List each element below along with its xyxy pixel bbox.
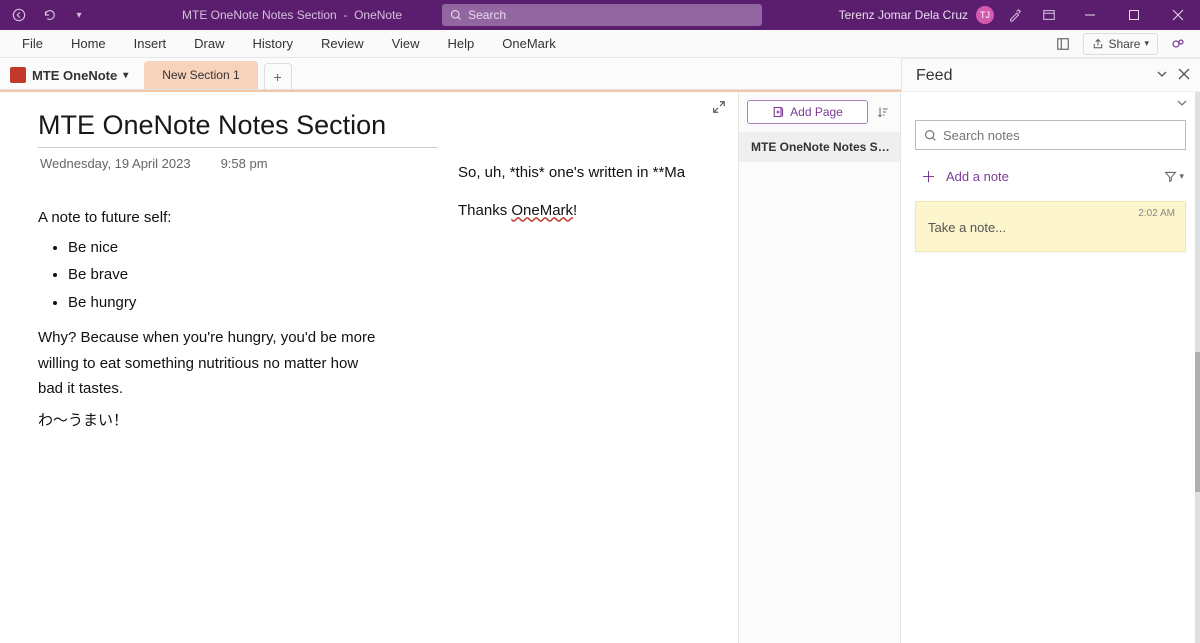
sort-pages-icon[interactable] xyxy=(874,106,892,118)
feed-panel: Feed ＋ Add a note ▾ 2:02 AM Take a xyxy=(900,92,1200,643)
share-button[interactable]: Share ▾ xyxy=(1083,33,1158,55)
floating-note[interactable]: So, uh, *this* one's written in **Ma Tha… xyxy=(458,160,693,223)
page-title[interactable]: MTE OneNote Notes Section xyxy=(38,106,438,148)
add-section-button[interactable]: + xyxy=(264,63,292,89)
bullet-item[interactable]: Be hungry xyxy=(68,290,714,316)
add-note-button[interactable]: ＋ Add a note xyxy=(921,166,1009,187)
float-line-1[interactable]: So, uh, *this* one's written in **Ma xyxy=(458,160,693,186)
share-icon xyxy=(1092,38,1104,50)
tab-home[interactable]: Home xyxy=(57,31,120,56)
tab-review[interactable]: Review xyxy=(307,31,378,56)
page-time: 9:58 pm xyxy=(221,156,268,171)
search-icon xyxy=(924,129,937,142)
close-feed-icon[interactable] xyxy=(1178,67,1190,85)
pen-icon[interactable] xyxy=(1002,2,1028,28)
close-button[interactable] xyxy=(1156,0,1200,30)
feed-title: Feed xyxy=(916,67,952,85)
filter-icon xyxy=(1164,170,1177,183)
note-text[interactable]: Take a note... xyxy=(928,220,1173,235)
minimize-button[interactable] xyxy=(1068,0,1112,30)
user-name[interactable]: Terenz Jomar Dela Cruz xyxy=(839,8,968,22)
maximize-button[interactable] xyxy=(1112,0,1156,30)
ribbon: File Home Insert Draw History Review Vie… xyxy=(0,30,1200,58)
page-list-panel: Add Page MTE OneNote Notes Sect... xyxy=(738,92,900,643)
feed-scrollbar[interactable] xyxy=(1195,92,1200,643)
note-content[interactable]: A note to future self: Be nice Be brave … xyxy=(38,205,714,433)
page-date: Wednesday, 19 April 2023 xyxy=(40,156,191,171)
copilot-icon[interactable] xyxy=(1164,36,1192,52)
search-icon xyxy=(450,9,462,21)
bullet-item[interactable]: Be nice xyxy=(68,235,714,261)
tab-insert[interactable]: Insert xyxy=(120,31,181,56)
notebook-dropdown[interactable]: MTE OneNote ▾ xyxy=(0,61,138,89)
section-tab[interactable]: New Section 1 xyxy=(144,61,257,89)
fullpage-icon[interactable] xyxy=(1049,37,1077,51)
tab-help[interactable]: Help xyxy=(434,31,489,56)
add-page-button[interactable]: Add Page xyxy=(747,100,868,124)
feed-header: Feed xyxy=(901,58,1200,92)
qat-customize-icon[interactable]: ▾ xyxy=(66,2,92,28)
note-timestamp: 2:02 AM xyxy=(1138,208,1175,219)
float-line-2[interactable]: Thanks OneMark! xyxy=(458,198,693,224)
tab-draw[interactable]: Draw xyxy=(180,31,238,56)
feed-scope-dropdown[interactable] xyxy=(901,92,1200,114)
japanese-line[interactable]: わ〜うまい！ xyxy=(38,408,714,434)
tab-onemark[interactable]: OneMark xyxy=(488,31,569,56)
feed-filter-button[interactable]: ▾ xyxy=(1164,170,1184,183)
undo-icon[interactable] xyxy=(36,2,62,28)
page-list-item[interactable]: MTE OneNote Notes Sect... xyxy=(739,132,900,162)
plus-icon: ＋ xyxy=(921,166,936,187)
sticky-note-card[interactable]: 2:02 AM Take a note... xyxy=(915,201,1186,252)
tab-history[interactable]: History xyxy=(239,31,307,56)
bullet-item[interactable]: Be brave xyxy=(68,262,714,288)
feed-search[interactable] xyxy=(915,120,1186,150)
global-search[interactable] xyxy=(442,4,762,26)
tab-view[interactable]: View xyxy=(378,31,434,56)
collapse-feed-icon[interactable] xyxy=(1156,67,1168,85)
back-icon[interactable] xyxy=(6,2,32,28)
title-bar: ▾ MTE OneNote Notes Section - OneNote Te… xyxy=(0,0,1200,30)
expand-icon[interactable] xyxy=(712,100,726,119)
paragraph[interactable]: Why? Because when you're hungry, you'd b… xyxy=(38,325,378,402)
note-canvas[interactable]: MTE OneNote Notes Section Wednesday, 19 … xyxy=(0,92,738,643)
tab-file[interactable]: File xyxy=(8,31,57,56)
ribbon-mode-icon[interactable] xyxy=(1036,2,1062,28)
window-title: MTE OneNote Notes Section - OneNote xyxy=(182,8,402,22)
add-page-icon xyxy=(772,106,784,118)
notebook-icon xyxy=(10,67,26,83)
global-search-input[interactable] xyxy=(468,8,728,22)
avatar[interactable]: TJ xyxy=(976,6,994,24)
feed-search-input[interactable] xyxy=(943,128,1143,143)
